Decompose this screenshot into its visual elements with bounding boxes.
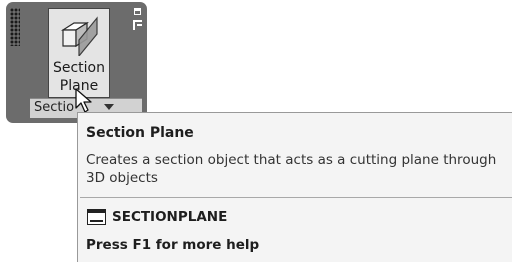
section-plane-button[interactable]: Section Plane bbox=[48, 8, 110, 98]
panel-expand-arrow-icon[interactable] bbox=[104, 104, 114, 110]
command-line-icon bbox=[87, 209, 106, 225]
tooltip-command-name: SECTIONPLANE bbox=[112, 209, 228, 225]
section-plane-label-line1: Section bbox=[52, 60, 105, 76]
mouse-cursor-icon bbox=[75, 88, 92, 113]
section-plane-icon bbox=[60, 16, 98, 56]
panel-title: Sectio bbox=[34, 100, 75, 115]
tooltip: Section Plane Creates a section object t… bbox=[77, 112, 512, 262]
panel-pin-dock-icon[interactable] bbox=[130, 8, 144, 36]
tooltip-divider bbox=[80, 197, 512, 198]
tooltip-title: Section Plane bbox=[86, 125, 194, 141]
panel-grip-handle[interactable] bbox=[10, 8, 20, 46]
tooltip-help-text: Press F1 for more help bbox=[86, 237, 260, 253]
tooltip-description: Creates a section object that acts as a … bbox=[86, 152, 497, 186]
